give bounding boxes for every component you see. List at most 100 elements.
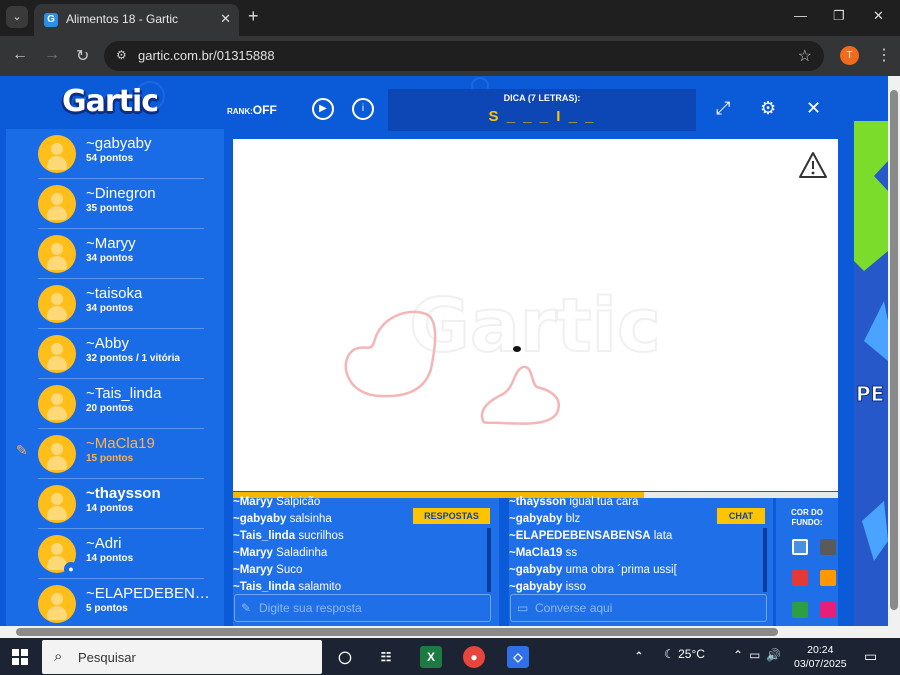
reload-button[interactable]: ↻ [76, 46, 89, 66]
color-swatch-pink[interactable] [820, 602, 836, 618]
chat-tab-button[interactable]: CHAT [717, 508, 765, 524]
color-swatch-gray[interactable] [820, 539, 836, 555]
weather-widget[interactable]: ☾ 25°C [664, 647, 705, 661]
player-item[interactable]: ~Adri 14 pontos [38, 529, 204, 579]
player-points: 54 pontos [86, 153, 134, 164]
excel-icon[interactable]: X [420, 646, 442, 668]
color-swatch-blue[interactable] [792, 539, 808, 555]
chat-list: ~thaysson igual tua cara ~gabyaby blz ~ELA… [509, 496, 677, 598]
message-text: Salpicão [276, 496, 321, 508]
player-points: 14 pontos [86, 503, 134, 514]
player-name: ~MaCla19 [86, 435, 155, 452]
player-avatar [38, 135, 76, 173]
page-horizontal-scrollbar[interactable] [0, 626, 900, 638]
ink-dot [513, 346, 521, 352]
taskbar-clock[interactable]: 20:24 03/07/2025 [794, 643, 847, 671]
settings-gear-icon[interactable]: ⚙ [760, 98, 776, 119]
message-row: ~MaCla19 ss [509, 547, 677, 564]
player-item[interactable]: ~taisoka 34 pontos [38, 279, 204, 329]
new-tab-button[interactable]: + [248, 6, 259, 27]
message-text: lata [653, 530, 673, 542]
player-name: ~Abby [86, 335, 129, 352]
browser-tab[interactable]: G Alimentos 18 - Gartic ✕ [34, 4, 239, 36]
chat-scrollbar[interactable] [763, 528, 767, 592]
gartic-watermark: Gartic [409, 283, 661, 369]
close-game-icon[interactable]: ✕ [806, 98, 821, 119]
omnibox[interactable]: ⚙ gartic.com.br/01315888 ☆ [104, 41, 824, 71]
search-icon: ⌕ [54, 648, 63, 665]
color-swatch-green[interactable] [792, 602, 808, 618]
player-item[interactable]: ~Dinegron 35 pontos [38, 179, 204, 229]
browser-menu-icon[interactable]: ⋮ [876, 45, 892, 65]
forward-button[interactable]: → [44, 46, 60, 64]
tab-search-button[interactable]: ⌄ [6, 6, 28, 28]
player-avatar [38, 585, 76, 623]
message-user: ~gabyaby [509, 513, 563, 525]
player-points: 32 pontos / 1 vitória [86, 353, 180, 364]
color-swatch-orange[interactable] [820, 570, 836, 586]
answers-panel: ~Maryy Salpicão ~gabyaby salsinha ~Tais_li… [233, 496, 499, 626]
url-text[interactable]: gartic.com.br/01315888 [138, 48, 275, 63]
color-swatch-red[interactable] [792, 570, 808, 586]
player-item[interactable]: ~ELAPEDEBEN… 5 pontos [38, 579, 210, 626]
horizontal-scroll-thumb[interactable] [16, 628, 778, 636]
info-icon[interactable]: i [352, 98, 374, 120]
close-window-button[interactable]: ✕ [873, 8, 884, 24]
message-user: ~gabyaby [509, 564, 563, 576]
restore-button[interactable]: ❐ [833, 8, 845, 24]
answers-tab-button[interactable]: RESPOSTAS [413, 508, 490, 524]
player-avatar [38, 235, 76, 273]
vertical-scroll-thumb[interactable] [890, 90, 898, 610]
roblox-icon[interactable]: ◇ [507, 646, 529, 668]
site-info-icon[interactable]: ⚙ [116, 48, 127, 62]
chat-bubble-icon: ▭ [517, 601, 529, 615]
show-hidden-icons[interactable]: ⌃ [628, 646, 650, 668]
answer-input[interactable] [259, 595, 463, 621]
message-user: ~ELAPEDEBENSABENSA [509, 530, 651, 542]
player-points: 34 pontos [86, 253, 134, 264]
player-name: ~Adri [86, 535, 122, 552]
page-vertical-scrollbar[interactable] [888, 76, 900, 626]
task-view-icon[interactable]: ◯ [334, 646, 356, 668]
video-play-icon[interactable]: ▶ [312, 98, 334, 120]
message-text: blz [565, 513, 581, 525]
chat-input-box[interactable]: ▭ [510, 594, 767, 622]
message-text: igual tua cara [569, 496, 639, 508]
side-advertisement[interactable]: PE JU [854, 121, 888, 626]
temperature: 25°C [678, 647, 705, 661]
chat-input[interactable] [535, 595, 739, 621]
player-name: ~ELAPEDEBEN… [86, 585, 210, 602]
windows-taskbar: ⌕ Pesquisar ◯ ☷ X ● ◇ ⌃ ☾ 25°C ⌃▭🔊 20:24… [0, 638, 900, 675]
minimize-button[interactable]: — [794, 8, 807, 23]
answers-list: ~Maryy Salpicão ~gabyaby salsinha ~Tais_li… [233, 496, 344, 598]
message-row: ~Tais_linda sucrilhos [233, 530, 344, 547]
fullscreen-icon[interactable]: ⤢ [716, 98, 730, 119]
message-row: ~gabyaby blz [509, 513, 677, 530]
drawing-canvas[interactable]: Gartic [233, 139, 838, 491]
taskbar-search[interactable]: ⌕ Pesquisar [42, 640, 322, 674]
tab-close-icon[interactable]: ✕ [220, 11, 231, 27]
back-button[interactable]: ← [12, 46, 28, 64]
widgets-icon[interactable]: ☷ [375, 646, 397, 668]
answers-scrollbar[interactable] [487, 528, 491, 592]
self-user-icon: ● [64, 562, 78, 576]
player-item-drawing[interactable]: ~MaCla19 15 pontos [38, 429, 204, 479]
windows-start-icon[interactable] [12, 649, 28, 665]
gartic-logo[interactable]: Gartic [62, 84, 159, 119]
profile-avatar[interactable]: T [840, 46, 859, 65]
player-item[interactable]: ~Tais_linda 20 pontos [38, 379, 204, 429]
player-item-self[interactable]: ~thaysson 14 pontos [38, 479, 204, 529]
bookmark-star-icon[interactable]: ☆ [798, 46, 812, 66]
chrome-icon[interactable]: ● [463, 646, 485, 668]
message-row: ~gabyaby uma obra ´prima ussi[ [509, 564, 677, 581]
answer-input-box[interactable]: ✎ [234, 594, 491, 622]
notification-icon[interactable]: ▭ [864, 648, 877, 665]
player-item[interactable]: ~gabyaby 54 pontos [38, 129, 204, 179]
system-tray-icons[interactable]: ⌃▭🔊 [733, 648, 787, 662]
message-row: ~Maryy Saladinha [233, 547, 344, 564]
player-item[interactable]: ~Abby 32 pontos / 1 vitória [38, 329, 204, 379]
message-row: ~Maryy Suco [233, 564, 344, 581]
message-user: ~Maryy [233, 496, 273, 508]
report-warning-icon[interactable] [798, 151, 828, 179]
player-item[interactable]: ~Maryy 34 pontos [38, 229, 204, 279]
